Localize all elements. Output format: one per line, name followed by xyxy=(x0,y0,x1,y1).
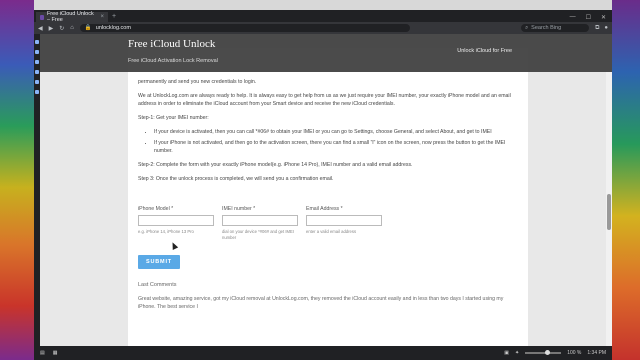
extensions-icon[interactable]: ⧉ xyxy=(595,25,599,32)
panel-downloads-icon[interactable] xyxy=(35,50,39,54)
model-input[interactable] xyxy=(138,215,214,226)
tiling-icon[interactable]: ▦ xyxy=(53,350,58,356)
search-placeholder: Search Bing xyxy=(531,25,562,31)
step-one: Step-1: Get your IMEI number: xyxy=(138,115,209,121)
reload-icon[interactable]: ↻ xyxy=(59,25,64,32)
step-one-list: If your device is activated, then you ca… xyxy=(154,128,518,155)
close-window-icon[interactable]: ✕ xyxy=(601,14,606,21)
panel-history-icon[interactable] xyxy=(35,60,39,64)
panel-mail-icon[interactable] xyxy=(35,80,39,84)
paragraph: permanently and send you new credentials… xyxy=(138,79,257,85)
imei-label: IMEI number * xyxy=(222,206,256,212)
maximize-icon[interactable]: ☐ xyxy=(586,14,591,21)
imei-hint: dial on your device *#06# and get IMEI n… xyxy=(222,229,294,240)
panel-toggle-icon[interactable]: ▤ xyxy=(40,350,45,356)
step-three: Step 3: Once the unlock process is compl… xyxy=(138,176,334,182)
email-input[interactable] xyxy=(306,215,382,226)
panel-bookmarks-icon[interactable] xyxy=(35,40,39,44)
browser-tab[interactable]: Free iCloud Unlock – Free × xyxy=(36,11,108,23)
tab-title: Free iCloud Unlock – Free xyxy=(46,11,94,23)
search-icon: ⌕ xyxy=(525,24,529,31)
back-icon[interactable]: ◀ xyxy=(38,25,43,32)
browser-toolbar: ◀ ▶ ↻ ⌂ 🔒 unlocklog.com ⌕ Search Bing ⧉ … xyxy=(34,22,612,34)
panel-notes-icon[interactable] xyxy=(35,70,39,74)
model-field-group: iPhone Model * e.g. iPhone 14, iPhone 13… xyxy=(138,205,214,241)
article-body: permanently and send you new credentials… xyxy=(128,48,528,346)
home-icon[interactable]: ⌂ xyxy=(70,25,74,31)
panel-settings-icon[interactable] xyxy=(35,90,39,94)
model-label: iPhone Model * xyxy=(138,206,174,212)
paragraph: We at UnlockLog.com are always ready to … xyxy=(138,93,511,107)
zoom-slider[interactable] xyxy=(525,350,562,355)
site-tagline: Free iCloud Activation Lock Removal xyxy=(128,58,218,64)
desktop-wallpaper-right xyxy=(612,0,640,360)
browser-window: Free iCloud Unlock – Free × + — ☐ ✕ ◀ ▶ … xyxy=(34,10,612,346)
search-field[interactable]: ⌕ Search Bing xyxy=(521,24,590,32)
page-actions-icon[interactable]: ✦ xyxy=(515,350,519,356)
email-field-group: Email Address * enter a valid email addr… xyxy=(306,205,382,241)
list-item: If your device is activated, then you ca… xyxy=(154,128,518,136)
site-title[interactable]: Free iCloud Unlock xyxy=(128,38,215,50)
email-label: Email Address * xyxy=(306,206,343,212)
list-item: If your iPhone is not activated, and the… xyxy=(154,139,518,155)
address-bar[interactable]: 🔒 unlocklog.com xyxy=(79,24,410,32)
forward-icon[interactable]: ▶ xyxy=(49,25,54,32)
web-page: Free iCloud Unlock Free iCloud Activatio… xyxy=(40,34,612,346)
nav-unlock-link[interactable]: Unlock iCloud for Free xyxy=(457,48,512,54)
tab-strip: Free iCloud Unlock – Free × + — ☐ ✕ xyxy=(34,10,612,23)
image-toggle-icon[interactable]: ▣ xyxy=(504,350,509,356)
zoom-knob[interactable] xyxy=(545,350,551,355)
imei-input[interactable] xyxy=(222,215,298,226)
email-hint: enter a valid email address xyxy=(306,229,357,234)
unlock-form: iPhone Model * e.g. iPhone 14, iPhone 13… xyxy=(138,205,518,241)
lock-icon: 🔒 xyxy=(84,25,92,31)
imei-field-group: IMEI number * dial on your device *#06# … xyxy=(222,205,298,241)
comments-title: Last Comments xyxy=(138,282,177,288)
profile-icon[interactable]: ● xyxy=(604,25,608,32)
model-hint: e.g. iPhone 14, iPhone 13 Pro xyxy=(138,229,194,234)
page-scrollbar[interactable] xyxy=(606,34,612,346)
site-header: Free iCloud Unlock Free iCloud Activatio… xyxy=(40,34,612,72)
step-two: Step-2: Complete the form with your exac… xyxy=(138,162,413,168)
browser-status-bar: ▤ ▦ ▣ ✦ 100 % 1:34 PM xyxy=(34,346,612,360)
clock: 1:34 PM xyxy=(587,350,606,356)
submit-button[interactable]: SUBMIT xyxy=(138,255,180,269)
site-favicon-icon xyxy=(40,14,44,20)
window-controls: — ☐ ✕ xyxy=(570,12,612,22)
minimize-icon[interactable]: — xyxy=(570,14,576,20)
desktop-wallpaper-left xyxy=(0,0,34,360)
comment-text: Great website, amazing service, got my i… xyxy=(138,296,504,310)
new-tab-icon[interactable]: + xyxy=(112,12,116,22)
tab-close-icon[interactable]: × xyxy=(100,14,104,20)
scrollbar-thumb[interactable] xyxy=(607,194,611,230)
zoom-level[interactable]: 100 % xyxy=(567,350,581,356)
address-text: unlocklog.com xyxy=(95,25,131,31)
